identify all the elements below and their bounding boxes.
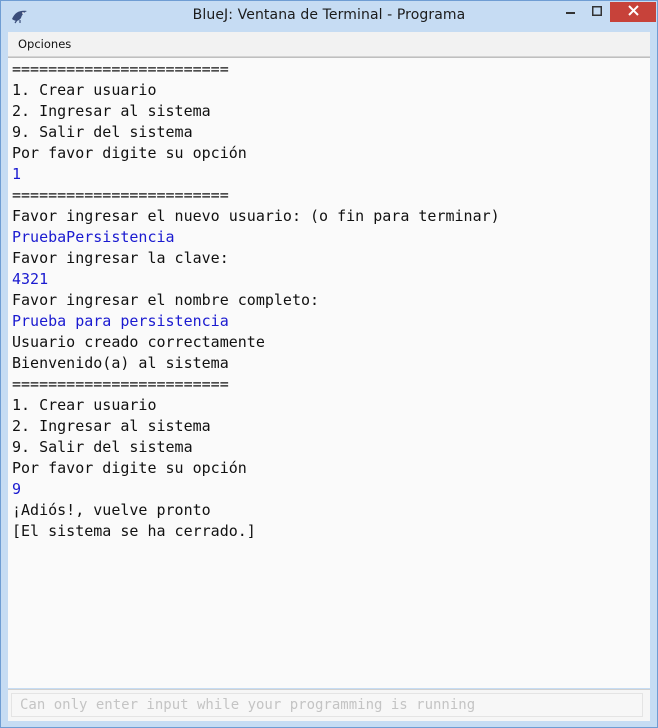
terminal-input-line: PruebaPersistencia [12,228,175,246]
close-icon [627,3,639,21]
terminal-output-line: 9. Salir del sistema [12,438,193,456]
terminal-window: BlueJ: Ventana de Terminal - Programa Op… [0,0,658,728]
maximize-button[interactable] [584,2,610,22]
terminal-output-line: Por favor digite su opción [12,144,247,162]
title-bar[interactable]: BlueJ: Ventana de Terminal - Programa [1,1,657,32]
terminal-output-line: Bienvenido(a) al sistema [12,354,229,372]
terminal-output[interactable]: ======================== 1. Crear usuario… [8,57,650,688]
terminal-output-line: ======================== [12,375,229,393]
terminal-input-line: 9 [12,480,22,498]
terminal-output-line: Usuario creado correctamente [12,333,265,351]
menu-opciones[interactable]: Opciones [18,37,71,51]
maximize-icon [592,3,602,21]
terminal-output-line: 9. Salir del sistema [12,123,193,141]
terminal-input-line: 1 [12,165,22,183]
menu-bar: Opciones [8,32,650,57]
terminal-output-line: 2. Ingresar al sistema [12,102,211,120]
close-button[interactable] [610,2,656,22]
terminal-output-line: 2. Ingresar al sistema [12,417,211,435]
terminal-output-line: [El sistema se ha cerrado.] [12,522,256,540]
terminal-output-line: ¡Adiós!, vuelve pronto [12,501,211,519]
terminal-output-line: 1. Crear usuario [12,81,157,99]
terminal-output-line: 1. Crear usuario [12,396,157,414]
terminal-output-line: Favor ingresar la clave: [12,249,229,267]
terminal-input-line: 4321 [12,270,49,288]
input-area [8,689,650,721]
minimize-icon [566,3,576,21]
terminal-output-line: ======================== [12,186,229,204]
terminal-input-field[interactable] [11,693,643,717]
minimize-button[interactable] [558,2,584,22]
terminal-output-line: ======================== [12,60,229,78]
terminal-output-line: Por favor digite su opción [12,459,247,477]
terminal-input-line: Prueba para persistencia [12,312,229,330]
terminal-output-line: Favor ingresar el nombre completo: [12,291,320,309]
terminal-output-line: Favor ingresar el nuevo usuario: (o fin … [12,207,500,225]
